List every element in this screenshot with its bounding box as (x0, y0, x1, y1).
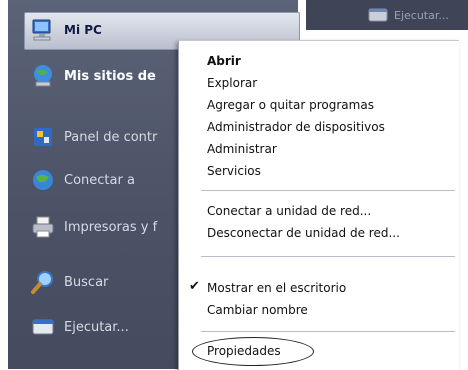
control-panel-icon (34, 128, 52, 146)
menu-item-manage[interactable]: Administrar (207, 140, 277, 158)
menu-separator (201, 190, 455, 191)
run-icon (368, 8, 388, 22)
menu-separator (201, 256, 455, 257)
start-item-label: Conectar a (64, 172, 135, 188)
my-computer-icon (32, 19, 51, 41)
menu-item-disconnect-network-drive[interactable]: Desconectar de unidad de red... (207, 224, 400, 242)
start-item-label: Mis sitios de (64, 68, 156, 84)
start-item-label: Impresoras y f (64, 219, 158, 235)
printers-icon (32, 216, 54, 238)
checkmark-icon: ✔ (189, 279, 200, 294)
menu-item-show-on-desktop[interactable]: Mostrar en el escritorio (207, 279, 346, 297)
top-run-label: Ejecutar... (394, 8, 449, 22)
menu-item-open[interactable]: Abrir (207, 52, 241, 70)
menu-item-map-network-drive[interactable]: Conectar a unidad de red... (207, 202, 371, 220)
start-item-label: Buscar (64, 274, 109, 290)
menu-separator (201, 331, 455, 332)
context-menu: Abrir Explorar Agregar o quitar programa… (178, 40, 459, 370)
menu-item-services[interactable]: Servicios (207, 162, 261, 180)
connect-to-icon (33, 170, 53, 190)
network-places-icon (34, 65, 52, 87)
start-item-label: Ejecutar... (64, 319, 129, 335)
top-run-item[interactable]: Ejecutar... (306, 0, 468, 30)
menu-item-explore[interactable]: Explorar (207, 74, 257, 92)
start-item-label: Panel de contr (64, 129, 158, 145)
menu-item-rename[interactable]: Cambiar nombre (207, 301, 308, 319)
run-icon (32, 319, 54, 335)
start-item-label: Mi PC (64, 23, 102, 37)
menu-item-add-remove-programs[interactable]: Agregar o quitar programas (207, 96, 374, 114)
search-icon (31, 271, 53, 294)
menu-item-properties[interactable]: Propiedades (207, 342, 281, 360)
menu-item-device-manager[interactable]: Administrador de dispositivos (207, 118, 385, 136)
